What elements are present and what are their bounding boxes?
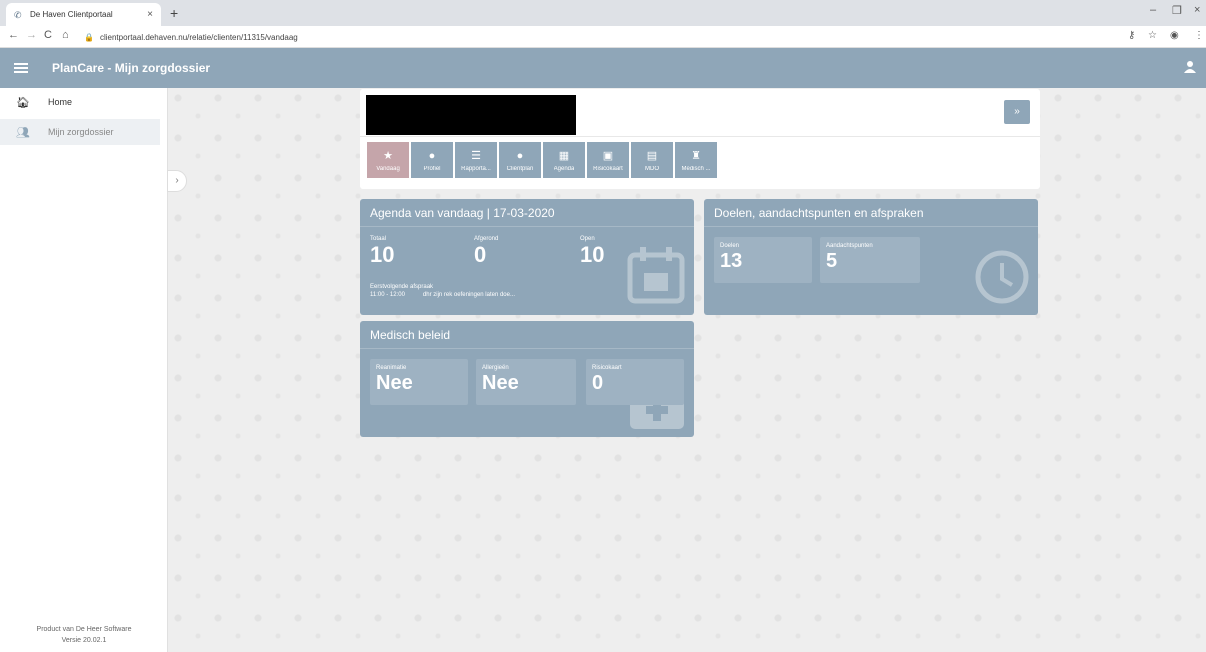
tile-label: Vandaag: [376, 165, 400, 172]
app-title: PlanCare - Mijn zorgdossier: [52, 61, 211, 75]
hamburger-menu-icon[interactable]: [14, 63, 28, 73]
app-header: PlanCare - Mijn zorgdossier: [0, 48, 1206, 88]
agenda-card[interactable]: Agenda van vandaag | 17-03-2020 Totaal 1…: [360, 199, 694, 315]
star-icon: ★: [383, 149, 393, 162]
risicokaart-box[interactable]: Risicokaart 0: [586, 359, 684, 405]
reanimatie-box[interactable]: Reanimatie Nee: [370, 359, 468, 405]
client-header-card: » ★ Vandaag ● Profiel ☰ Rapporta... ● Cl…: [360, 89, 1040, 189]
tile-agenda[interactable]: ▦ Agenda: [543, 142, 585, 178]
tab-title: De Haven Clientportaal: [30, 10, 113, 19]
doelen-box[interactable]: Doelen 13: [714, 237, 812, 283]
key-icon[interactable]: ⚷: [1128, 30, 1135, 41]
clock-bg-icon: [975, 250, 1029, 304]
medisch-title: Medisch beleid: [360, 321, 694, 349]
forward-button[interactable]: →: [26, 29, 37, 41]
sidebar: 🏠︎ Home 👥︎ Mijn zorgdossier Product van …: [0, 88, 168, 652]
home-icon: 🏠︎: [16, 96, 30, 109]
tile-rapportage[interactable]: ☰ Rapporta...: [455, 142, 497, 178]
person-icon: ●: [428, 149, 436, 162]
user-plan-icon: ●: [516, 149, 524, 162]
tile-label: Medisch ...: [681, 165, 711, 172]
next-appointment-time: 11:00 - 12:00: [370, 292, 405, 298]
agenda-title: Agenda van vandaag | 17-03-2020: [360, 199, 694, 227]
url-text: clientportaal.dehaven.nu/relatie/cliente…: [99, 32, 298, 42]
tab-close-icon[interactable]: ×: [147, 9, 153, 20]
stat-value: 13: [720, 250, 743, 272]
tile-label: Agenda: [553, 165, 575, 172]
sidebar-item-mijn-zorgdossier[interactable]: 👥︎ Mijn zorgdossier: [0, 119, 160, 145]
sidebar-item-home[interactable]: 🏠︎ Home: [0, 89, 167, 115]
redacted-client-name: [366, 95, 576, 135]
reload-button[interactable]: C: [44, 29, 52, 41]
people-icon: 👥︎: [16, 126, 30, 139]
tile-vandaag[interactable]: ★ Vandaag: [367, 142, 409, 178]
footer-product: Product van De Heer Software: [36, 626, 132, 633]
user-account-icon[interactable]: [1184, 60, 1196, 74]
stat-value: 10: [370, 242, 395, 267]
profile-icon[interactable]: ◉: [1170, 30, 1179, 41]
tile-label: Risicokaart: [593, 165, 623, 172]
browser-tab-bar: ✆ De Haven Clientportaal × + – ❐ ×: [0, 0, 1206, 26]
next-appointment-desc: dhr zijn rek oefeningen laten doe...: [422, 292, 515, 298]
back-button[interactable]: ←: [8, 29, 19, 41]
tile-label: Profiel: [423, 165, 441, 172]
stat-value: 5: [826, 250, 838, 272]
stat-open: Open 10: [580, 236, 604, 268]
divider: [360, 136, 1040, 137]
calendar-icon: ▦: [558, 149, 570, 162]
stat-value: Nee: [482, 372, 519, 394]
list-icon: ☰: [471, 149, 481, 162]
star-bookmark-icon[interactable]: ☆: [1148, 30, 1157, 41]
stat-value: Nee: [376, 372, 413, 394]
minimize-button[interactable]: –: [1150, 4, 1156, 16]
address-bar: ← → C ⌂ 🔒 clientportaal.dehaven.nu/relat…: [0, 26, 1206, 48]
client-nav-tiles: ★ Vandaag ● Profiel ☰ Rapporta... ● Clië…: [367, 142, 717, 178]
doelen-title: Doelen, aandachtspunten en afspraken: [704, 199, 1038, 227]
image-icon: ▣: [602, 149, 614, 162]
stat-value: 10: [580, 242, 605, 267]
tile-mdo[interactable]: ▤ MDO: [631, 142, 673, 178]
sidebar-item-label: Mijn zorgdossier: [48, 127, 114, 137]
browser-tab[interactable]: ✆ De Haven Clientportaal ×: [6, 3, 161, 26]
new-tab-button[interactable]: +: [170, 5, 178, 21]
tile-profiel[interactable]: ● Profiel: [411, 142, 453, 178]
tile-risicokaart[interactable]: ▣ Risicokaart: [587, 142, 629, 178]
collapse-up-button[interactable]: »: [1004, 100, 1030, 124]
medical-icon: ♜: [691, 149, 701, 162]
stat-totaal: Totaal 10: [370, 236, 394, 268]
close-window-button[interactable]: ×: [1194, 4, 1200, 16]
allergieen-box[interactable]: Allergieën Nee: [476, 359, 576, 405]
tile-clientplan[interactable]: ● Cliëntplan: [499, 142, 541, 178]
tile-label: MDO: [645, 165, 659, 172]
home-button[interactable]: ⌂: [62, 29, 69, 41]
next-appointment[interactable]: Eerstvolgende afspraak 11:00 - 12:00 dhr…: [370, 283, 515, 299]
medisch-beleid-card[interactable]: Medisch beleid Reanimatie Nee Allergieën…: [360, 321, 694, 437]
footer-version: Versie 20.02.1: [61, 637, 107, 644]
aandachtspunten-box[interactable]: Aandachtspunten 5: [820, 237, 920, 283]
calendar-bg-icon: [627, 247, 685, 304]
maximize-button[interactable]: ❐: [1172, 4, 1182, 17]
tile-label: Cliëntplan: [506, 165, 534, 172]
lock-icon: 🔒: [84, 32, 94, 42]
doelen-card[interactable]: Doelen, aandachtspunten en afspraken Doe…: [704, 199, 1038, 315]
sidebar-item-label: Home: [48, 97, 73, 107]
favicon-icon: ✆: [14, 9, 22, 20]
url-field[interactable]: 🔒 clientportaal.dehaven.nu/relatie/clien…: [84, 29, 1104, 45]
sidebar-footer: Product van De Heer Software Versie 20.0…: [0, 624, 168, 646]
tile-label: Rapporta...: [461, 165, 491, 172]
stat-afgerond: Afgerond 0: [474, 236, 498, 268]
document-icon: ▤: [646, 149, 658, 162]
next-appointment-label: Eerstvolgende afspraak: [370, 284, 434, 290]
menu-dots-icon[interactable]: ⋮: [1194, 30, 1204, 41]
tile-medisch[interactable]: ♜ Medisch ...: [675, 142, 717, 178]
stat-value: 0: [592, 372, 604, 394]
stat-value: 0: [474, 242, 487, 267]
